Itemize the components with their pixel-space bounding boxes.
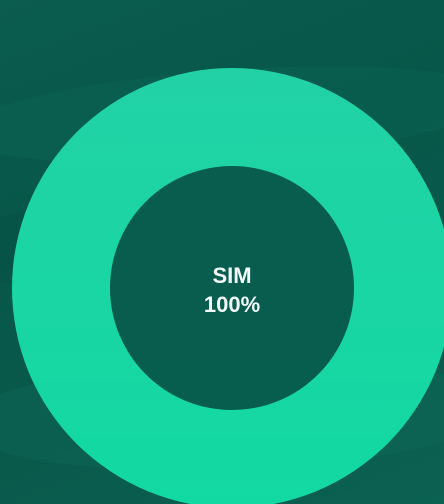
chart-canvas: SIM 100% xyxy=(0,0,444,504)
center-value-label: 100% xyxy=(204,292,260,317)
center-category-label: SIM xyxy=(212,263,251,288)
donut-chart: SIM 100% xyxy=(12,68,444,504)
donut-hole xyxy=(110,166,354,410)
